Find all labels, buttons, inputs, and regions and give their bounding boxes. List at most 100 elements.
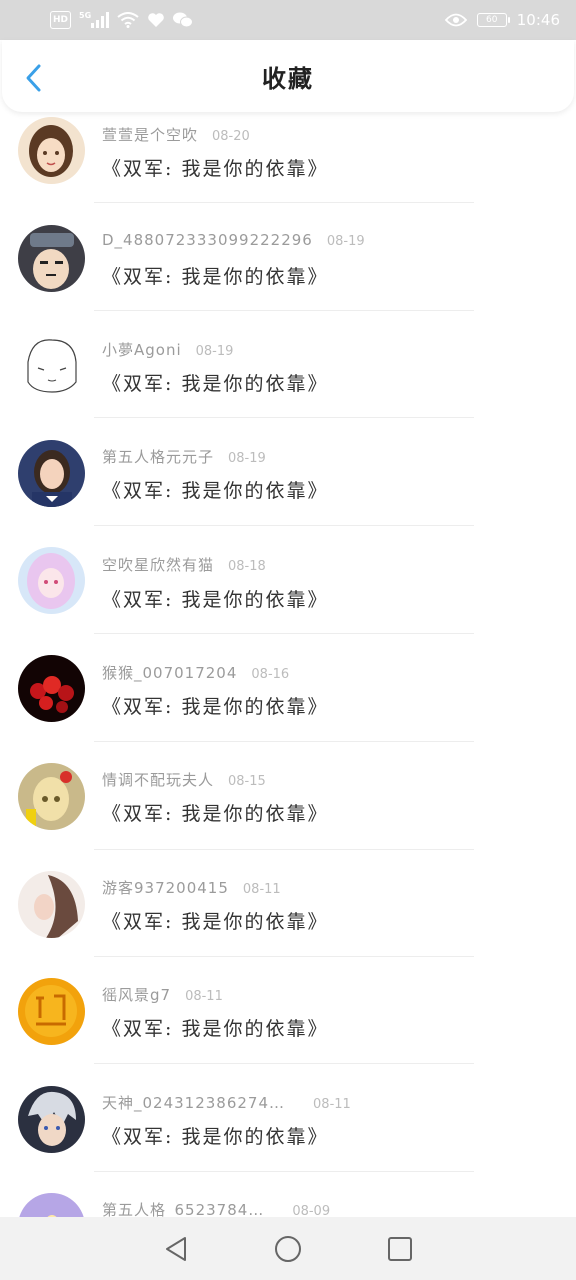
avatar[interactable]: [18, 117, 85, 184]
avatar[interactable]: [18, 1193, 85, 1217]
signal-icon: 5G: [79, 10, 110, 29]
status-left: HD 5G: [50, 10, 194, 29]
nav-back-button[interactable]: [156, 1229, 196, 1269]
date: 08-18: [228, 559, 266, 574]
item-meta: 游客937200415 08-11: [102, 877, 281, 898]
status-bar: HD 5G 60 10:46: [0, 0, 576, 40]
item-meta: D_488072333099222296 08-19: [102, 231, 365, 249]
list-item[interactable]: 空吹星欣然有猫 08-18 《双军: 我是你的依靠》: [0, 542, 576, 649]
divider: [94, 633, 474, 634]
item-meta: 天神_024312386274… 08-11: [102, 1092, 351, 1113]
username[interactable]: 第五人格元元子: [102, 446, 214, 467]
divider: [94, 310, 474, 311]
status-right: 60 10:46: [444, 11, 560, 29]
item-meta: 情调不配玩夫人 08-15: [102, 769, 266, 790]
date: 08-16: [251, 667, 290, 682]
list-item[interactable]: 情调不配玩夫人 08-15 《双军: 我是你的依靠》: [0, 757, 576, 864]
favorites-list: 萱萱是个空吹 08-20 《双军: 我是你的依靠》 D_488072333099…: [0, 112, 576, 1217]
divider: [94, 741, 474, 742]
divider: [94, 1171, 474, 1172]
item-meta: 徭风景g7 08-11: [102, 984, 223, 1005]
wifi-icon: [117, 11, 139, 29]
date: 08-09: [292, 1204, 331, 1217]
back-button[interactable]: [16, 60, 52, 96]
post-title[interactable]: 《双军: 我是你的依靠》: [102, 692, 328, 719]
post-title[interactable]: 《双军: 我是你的依靠》: [102, 369, 328, 396]
username[interactable]: 小夢Agoni: [102, 339, 182, 360]
post-title[interactable]: 《双军: 我是你的依靠》: [102, 799, 328, 826]
avatar[interactable]: [18, 978, 85, 1045]
list-item[interactable]: 第五人格_6523784… 08-09: [0, 1187, 576, 1217]
post-title[interactable]: 《双军: 我是你的依靠》: [102, 1014, 328, 1041]
heart-icon: [147, 11, 165, 29]
avatar[interactable]: [18, 332, 85, 399]
list-item[interactable]: 小夢Agoni 08-19 《双军: 我是你的依靠》: [0, 327, 576, 434]
username[interactable]: 萱萱是个空吹: [102, 124, 198, 145]
date: 08-19: [228, 451, 266, 466]
divider: [94, 417, 474, 418]
post-title[interactable]: 《双军: 我是你的依靠》: [102, 154, 328, 181]
hd-badge: HD: [50, 11, 72, 29]
item-meta: 第五人格元元子 08-19: [102, 446, 266, 467]
circle-home-icon: [275, 1235, 301, 1262]
username[interactable]: 第五人格_6523784…: [102, 1199, 264, 1217]
page-title: 收藏: [262, 63, 314, 93]
list-item[interactable]: 萱萱是个空吹 08-20 《双军: 我是你的依靠》: [0, 112, 576, 219]
wechat-icon: [173, 11, 194, 29]
username[interactable]: 天神_024312386274…: [102, 1092, 285, 1113]
post-title[interactable]: 《双军: 我是你的依靠》: [102, 262, 328, 289]
avatar[interactable]: [18, 440, 85, 507]
list-item[interactable]: D_488072333099222296 08-19 《双军: 我是你的依靠》: [0, 219, 576, 326]
square-recent-icon: [388, 1236, 412, 1261]
list-item[interactable]: 天神_024312386274… 08-11 《双军: 我是你的依靠》: [0, 1080, 576, 1187]
list-item[interactable]: 游客937200415 08-11 《双军: 我是你的依靠》: [0, 865, 576, 972]
divider: [94, 1063, 474, 1064]
item-meta: 第五人格_6523784… 08-09: [102, 1199, 330, 1217]
post-title[interactable]: 《双军: 我是你的依靠》: [102, 585, 328, 612]
divider: [94, 525, 474, 526]
divider: [94, 956, 474, 957]
triangle-back-icon: [166, 1236, 186, 1261]
nav-recent-button[interactable]: [380, 1229, 420, 1269]
system-nav-bar: [0, 1217, 576, 1280]
list-item[interactable]: 猴猴_007017204 08-16 《双军: 我是你的依靠》: [0, 650, 576, 757]
avatar[interactable]: [18, 547, 85, 614]
date: 08-19: [195, 344, 234, 359]
divider: [94, 849, 474, 850]
username[interactable]: D_488072333099222296: [102, 231, 313, 249]
item-meta: 萱萱是个空吹 08-20: [102, 124, 250, 145]
username[interactable]: 徭风景g7: [102, 984, 171, 1005]
avatar[interactable]: [18, 225, 85, 292]
network-type: 5G: [79, 10, 92, 20]
eye-icon: [444, 11, 467, 29]
list-item[interactable]: 徭风景g7 08-11 《双军: 我是你的依靠》: [0, 972, 576, 1079]
item-meta: 小夢Agoni 08-19: [102, 339, 233, 360]
avatar[interactable]: [18, 1086, 85, 1153]
avatar[interactable]: [18, 871, 85, 938]
battery-level: 60: [486, 15, 498, 25]
chevron-left-icon: [26, 64, 41, 92]
avatar[interactable]: [18, 655, 85, 722]
date: 08-11: [242, 882, 281, 897]
date: 08-19: [326, 234, 365, 249]
battery-icon: 60: [476, 13, 510, 27]
date: 08-20: [212, 129, 250, 144]
avatar[interactable]: [18, 763, 85, 830]
item-meta: 空吹星欣然有猫 08-18: [102, 554, 266, 575]
item-meta: 猴猴_007017204 08-16: [102, 662, 289, 683]
username[interactable]: 游客937200415: [102, 877, 229, 898]
page-header: 收藏: [2, 40, 574, 112]
date: 08-11: [185, 989, 223, 1004]
nav-home-button[interactable]: [268, 1229, 308, 1269]
date: 08-11: [313, 1097, 351, 1112]
post-title[interactable]: 《双军: 我是你的依靠》: [102, 907, 328, 934]
date: 08-15: [228, 774, 266, 789]
post-title[interactable]: 《双军: 我是你的依靠》: [102, 1122, 328, 1149]
username[interactable]: 空吹星欣然有猫: [102, 554, 214, 575]
list-item[interactable]: 第五人格元元子 08-19 《双军: 我是你的依靠》: [0, 434, 576, 541]
username[interactable]: 情调不配玩夫人: [102, 769, 214, 790]
clock: 10:46: [516, 11, 560, 29]
post-title[interactable]: 《双军: 我是你的依靠》: [102, 476, 328, 503]
username[interactable]: 猴猴_007017204: [102, 662, 237, 683]
divider: [94, 202, 474, 203]
